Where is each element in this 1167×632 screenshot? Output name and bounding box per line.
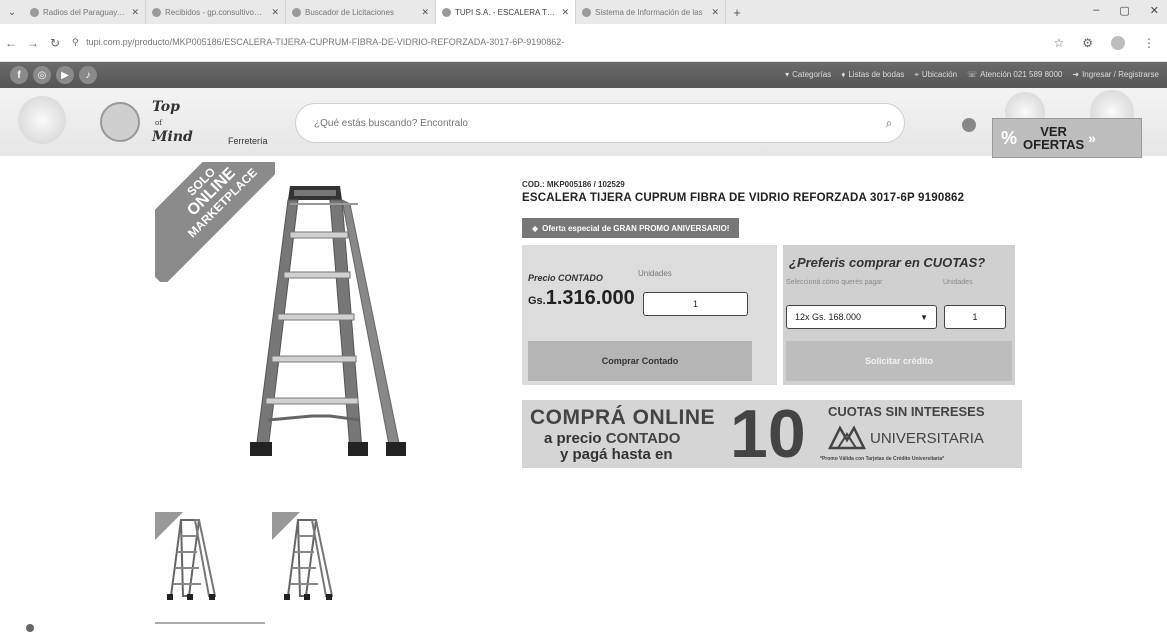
buy-cash-button[interactable]: Comprar Contado <box>528 341 752 381</box>
tab-favicon-icon <box>582 7 591 17</box>
window-controls: – ▢ ✕ <box>1093 4 1159 17</box>
close-icon[interactable]: ✕ <box>131 7 139 18</box>
browser-tab-strip: ⌄ Radios del Paraguay, emis ✕ Recibidos … <box>0 0 1167 24</box>
product-image[interactable] <box>230 180 420 465</box>
site-link-login[interactable]: ➜ Ingresar / Registrarse <box>1072 70 1159 80</box>
search-input[interactable] <box>314 117 874 129</box>
menu-kebab-icon[interactable]: ⋮ <box>1143 36 1155 50</box>
request-credit-button[interactable]: Solicitar crédito <box>786 341 1012 381</box>
location-icon: ⌖ <box>914 70 919 79</box>
browser-tab-active[interactable]: TUPI S.A. - ESCALERA TIJERA ✕ <box>436 0 576 24</box>
browser-tab[interactable]: Radios del Paraguay, emis ✕ <box>24 0 146 24</box>
search-bar[interactable]: ⌕ <box>295 103 905 143</box>
tag-icon: ◆ <box>532 223 539 233</box>
address-bar: ← → ↻ ⚲ tupi.com.py/producto/MKP005186/E… <box>0 24 1167 62</box>
close-icon[interactable]: ✕ <box>271 7 279 18</box>
site-link-ubicacion[interactable]: ⌖ Ubicación <box>914 70 957 80</box>
units-label: Unidades <box>638 269 672 278</box>
close-icon[interactable]: ✕ <box>561 7 569 18</box>
reload-icon[interactable]: ↻ <box>44 36 66 50</box>
back-icon[interactable]: ← <box>0 36 22 50</box>
site-header: Top of Mind Ferretería ⌕ % VEROFERTAS » <box>0 88 1167 158</box>
tab-search-dropdown-icon[interactable]: ⌄ <box>0 7 24 18</box>
bookmark-star-icon[interactable]: ☆ <box>1053 36 1064 50</box>
installments-title: ¿Preferis comprar en CUOTAS? <box>789 255 986 270</box>
quantity-input[interactable]: 1 <box>643 292 748 316</box>
phone-icon: ☏ <box>967 70 978 79</box>
tab-favicon-icon <box>30 7 39 17</box>
forward-icon[interactable]: → <box>22 36 44 50</box>
product-thumbnail[interactable] <box>272 512 336 602</box>
search-icon[interactable]: ⌕ <box>874 116 904 131</box>
installments-box: ¿Preferis comprar en CUOTAS? Seleccioná … <box>783 245 1015 385</box>
cart-icon[interactable] <box>962 118 976 132</box>
site-top-bar: f ◎ ▶ ♪ ▾ Categorías ♦ Listas de bodas ⌖ Ub… <box>0 62 1167 88</box>
login-icon: ➜ <box>1072 70 1080 79</box>
universitaria-logo-icon <box>828 425 866 450</box>
site-link-atencion[interactable]: ☏ Atención 021 589 8000 <box>967 70 1062 80</box>
installments-quantity-input[interactable]: 1 <box>944 305 1006 329</box>
restore-icon[interactable]: ▢ <box>1119 4 1129 17</box>
gift-icon: ♦ <box>841 70 846 79</box>
thumbnail-selected-indicator <box>155 622 265 624</box>
instagram-icon[interactable]: ◎ <box>33 66 51 84</box>
installments-select-label: Seleccioná cómo querés pagar <box>786 279 883 286</box>
profile-avatar[interactable] <box>1111 35 1125 50</box>
menu-icon: ▾ <box>785 70 790 79</box>
close-icon[interactable]: ✕ <box>711 7 719 18</box>
ferreteria-label[interactable]: Ferretería <box>228 136 268 146</box>
browser-tab[interactable]: Buscador de Licitaciones ✕ <box>286 0 436 24</box>
product-title: ESCALERA TIJERA CUPRUM FIBRA DE VIDRIO R… <box>522 192 965 204</box>
price-label: Precio CONTADO <box>528 273 603 283</box>
tab-favicon-icon <box>152 7 161 17</box>
url-field[interactable]: ⚲ tupi.com.py/producto/MKP005186/ESCALER… <box>72 37 1053 48</box>
site-link-listas[interactable]: ♦ Listas de bodas <box>841 70 904 80</box>
minimize-icon[interactable]: – <box>1093 4 1099 17</box>
installments-select[interactable]: 12x Gs. 168.000 ▼ <box>786 305 937 329</box>
browser-tab[interactable]: Sistema de Información de las ✕ <box>576 0 726 24</box>
top-of-mind-logo[interactable]: Top of Mind <box>152 100 193 144</box>
logo-badge[interactable] <box>100 102 140 142</box>
tab-favicon-icon <box>292 7 301 17</box>
product-code: COD.: MKP005186 / 102529 <box>522 180 625 189</box>
status-indicator <box>26 624 34 632</box>
site-info-icon[interactable]: ⚲ <box>72 37 79 47</box>
window-close-icon[interactable]: ✕ <box>1150 4 1159 17</box>
cash-price-box: Precio CONTADO Unidades Gs.1.316.000 1 C… <box>522 245 777 385</box>
product-thumbnail[interactable] <box>155 512 219 602</box>
youtube-icon[interactable]: ▶ <box>56 66 74 84</box>
new-tab-icon[interactable]: + <box>726 5 748 20</box>
facebook-icon[interactable]: f <box>10 66 28 84</box>
extensions-icon[interactable]: ⚙ <box>1082 36 1093 50</box>
units-label: Unidades <box>943 279 973 286</box>
installments-promo-banner[interactable]: COMPRÁ ONLINE a precio CONTADO y pagá ha… <box>522 400 1022 468</box>
promo-badge: ◆ Oferta especial de GRAN PROMO ANIVERSA… <box>522 218 740 238</box>
ver-ofertas-button[interactable]: % VER OFERTAS » <box>992 118 1142 158</box>
tiktok-icon[interactable]: ♪ <box>79 66 97 84</box>
chevron-down-icon: ▼ <box>920 312 928 322</box>
tab-favicon-icon <box>442 7 451 17</box>
site-link-categorias[interactable]: ▾ Categorías <box>785 70 831 80</box>
price-value: Gs.1.316.000 <box>528 287 635 309</box>
close-icon[interactable]: ✕ <box>421 7 429 18</box>
offer-tag-icon: % <box>1001 127 1018 148</box>
browser-tab[interactable]: Recibidos - gp.consultivos@ ✕ <box>146 0 286 24</box>
ornament-decoration <box>18 96 66 144</box>
